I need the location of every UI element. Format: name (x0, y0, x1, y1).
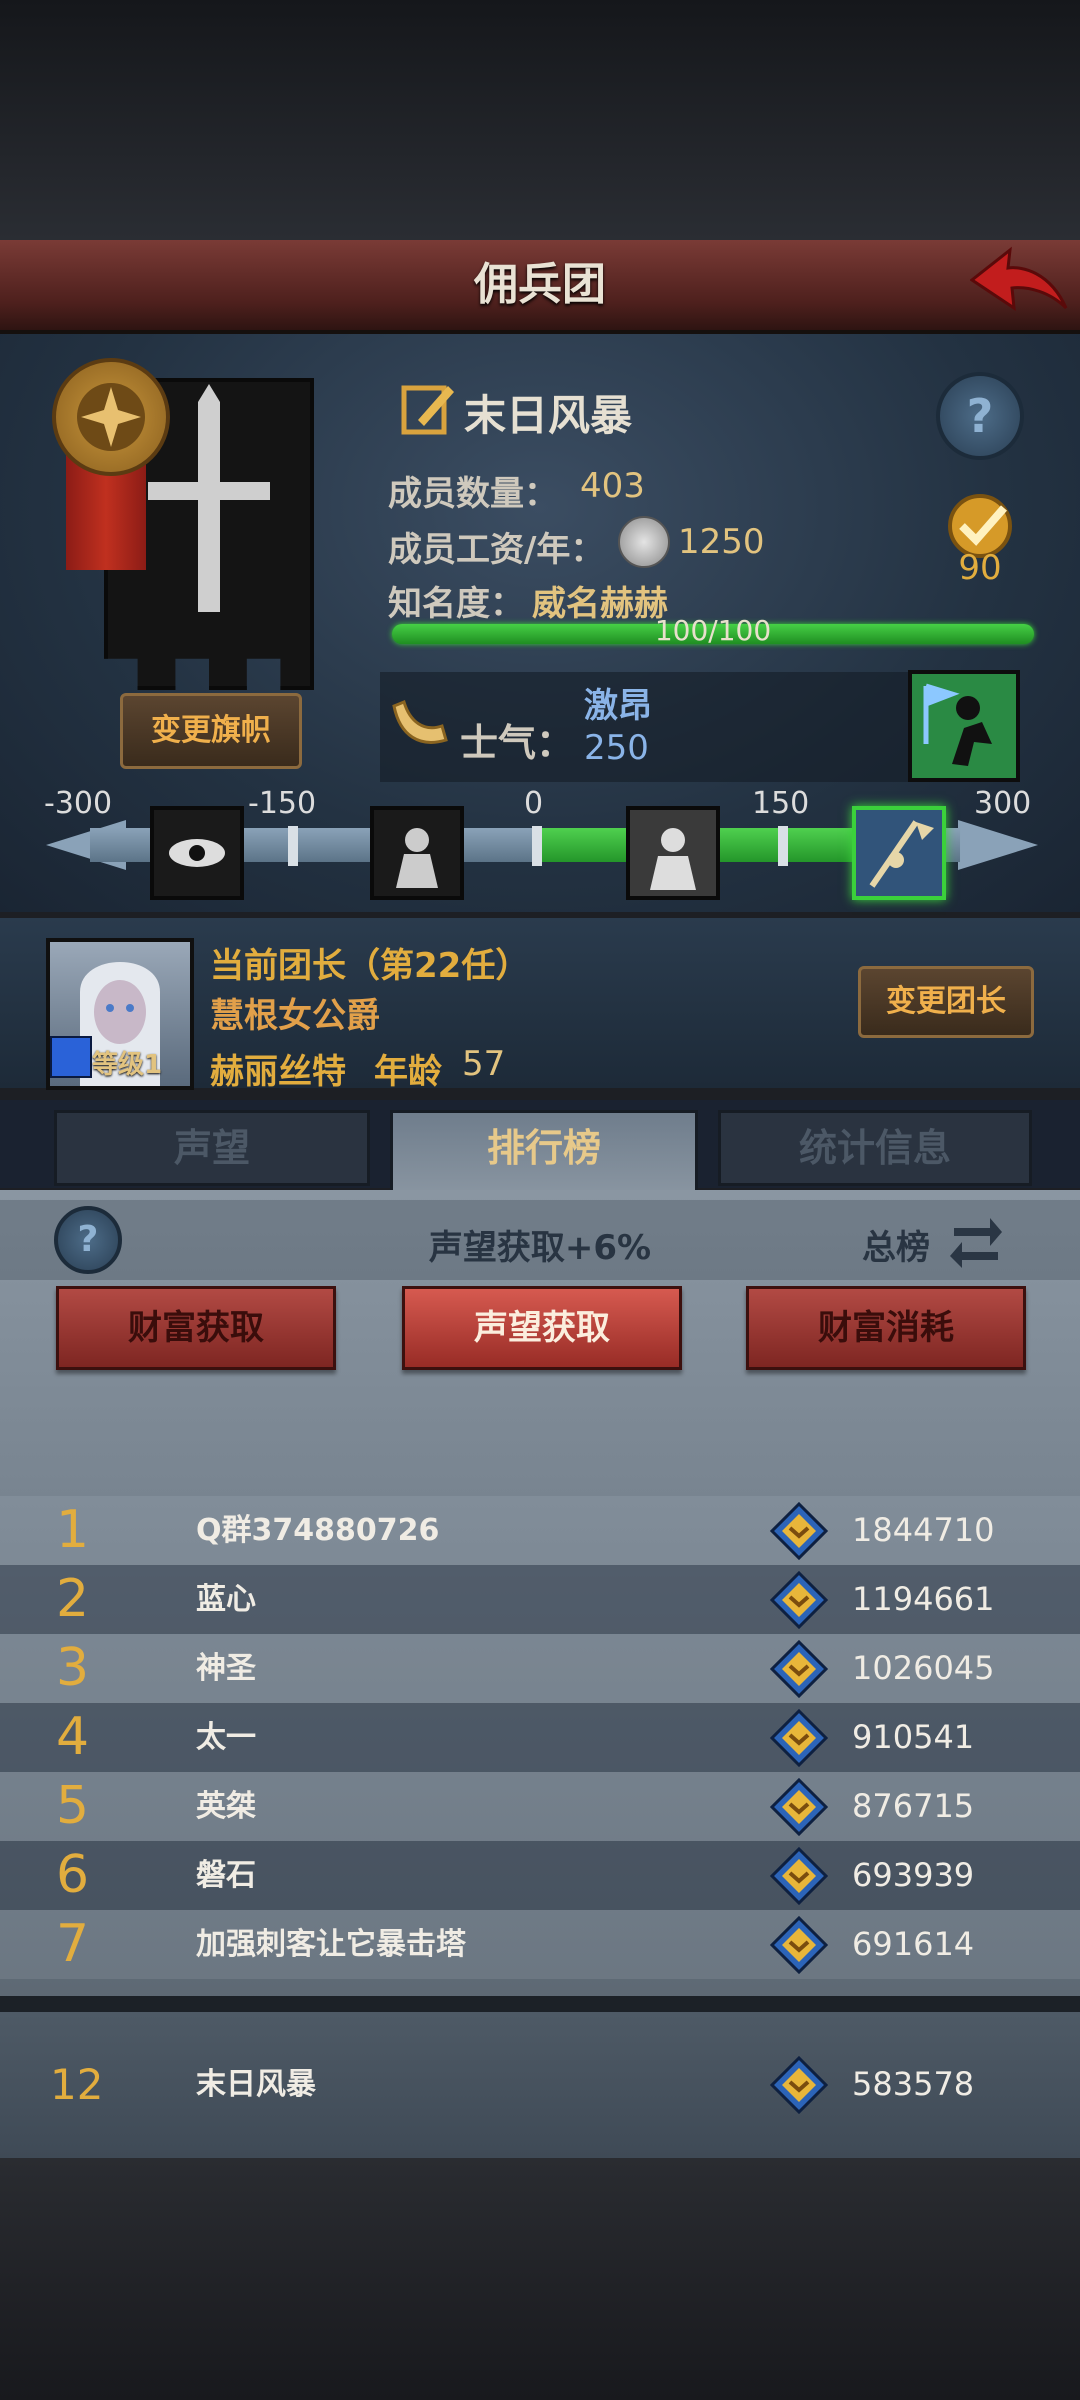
salary-value: 1250 (678, 522, 765, 562)
reputation-badge-icon (770, 2056, 828, 2114)
guild-emblem-icon (52, 358, 170, 476)
morale-tick (778, 826, 788, 866)
list-separator (0, 1996, 1080, 2012)
salary-label: 成员工资/年： (388, 530, 605, 570)
silver-coin-icon (618, 516, 670, 568)
reputation-badge-icon (770, 1778, 828, 1836)
members-label: 成员数量： (388, 474, 558, 514)
rank-number: 2 (56, 1569, 90, 1629)
guild-row-score: 910541 (852, 1718, 975, 1756)
leader-class-icon (50, 1036, 92, 1078)
fame-progress-text: 100/100 (654, 614, 772, 647)
leader-rank-title: 慧根女公爵 (210, 996, 380, 1036)
leaderboard-row[interactable]: 1 Q群374880726 1844710 (0, 1496, 1080, 1565)
guild-row-score: 691614 (852, 1925, 975, 1963)
leaderboard-row[interactable]: 7 加强刺客让它暴击塔 691614 (0, 1910, 1080, 1979)
morale-tick-label: -300 (44, 786, 113, 821)
filter-reputation-gain-button[interactable]: 声望获取 (402, 1286, 682, 1370)
guild-name: 末日风暴 (464, 391, 633, 440)
rank-number: 4 (56, 1707, 90, 1767)
leaderboard-row[interactable]: 3 神圣 1026045 (0, 1634, 1080, 1703)
guild-row-score: 1194661 (852, 1580, 995, 1618)
guild-row-score: 1026045 (852, 1649, 995, 1687)
guild-row-name: 太一 (196, 1720, 256, 1755)
leader-level: 等级1 (92, 1050, 163, 1080)
horn-icon (392, 699, 448, 744)
morale-tick (288, 826, 298, 866)
morale-node-charge-icon[interactable] (852, 806, 946, 900)
morale-tick-label: -150 (248, 786, 317, 821)
own-rank-number: 12 (50, 2060, 104, 2109)
bottom-background (0, 2158, 1080, 2400)
morale-tick-label: 150 (752, 786, 810, 821)
own-guild-row[interactable]: 12 末日风暴 583578 (0, 2012, 1080, 2158)
morale-scale-right-arrow (958, 820, 1038, 870)
guild-row-score: 876715 (852, 1787, 975, 1825)
leader-age-label: 年龄 (374, 1052, 442, 1092)
change-flag-button[interactable]: 变更旗帜 (120, 693, 302, 769)
tab-reputation[interactable]: 声望 (54, 1110, 370, 1186)
morale-node-calm-icon[interactable] (626, 806, 720, 900)
change-leader-button[interactable]: 变更团长 (858, 966, 1034, 1038)
edit-name-icon[interactable] (398, 378, 458, 438)
scope-label: 总榜 (862, 1228, 930, 1268)
reputation-badge-icon (770, 1571, 828, 1629)
leaderboard-row[interactable]: 6 磐石 693939 (0, 1841, 1080, 1910)
back-arrow-icon[interactable] (970, 246, 1070, 322)
reputation-badge-icon (770, 1916, 828, 1974)
members-value: 403 (580, 466, 645, 506)
reputation-badge-icon (770, 1502, 828, 1560)
leaderboard-row[interactable]: 5 英桀 876715 (0, 1772, 1080, 1841)
tab-statistics[interactable]: 统计信息 (718, 1110, 1032, 1186)
page-title: 佣兵团 (474, 259, 606, 310)
morale-tick (532, 826, 542, 866)
guild-row-name: 神圣 (196, 1651, 256, 1686)
rank-number: 3 (56, 1638, 90, 1698)
title-bar: 佣兵团 (0, 240, 1080, 334)
own-score: 583578 (852, 2065, 975, 2103)
guild-level-value: 90 (958, 548, 1002, 588)
morale-node-eye-icon[interactable] (150, 806, 244, 900)
filter-wealth-spend-button[interactable]: 财富消耗 (746, 1286, 1026, 1370)
rank-number: 6 (56, 1845, 90, 1905)
rank-number: 5 (56, 1776, 90, 1836)
morale-node-despair-icon[interactable] (370, 806, 464, 900)
rank-number: 1 (56, 1500, 90, 1560)
reputation-badge-icon (770, 1847, 828, 1905)
leaderboard-row[interactable]: 2 蓝心 1194661 (0, 1565, 1080, 1634)
guild-row-name: 磐石 (196, 1858, 256, 1893)
guild-row-name: 英桀 (196, 1789, 256, 1824)
rank-number: 7 (56, 1914, 90, 1974)
leaderboard-row[interactable]: 4 太一 910541 (0, 1703, 1080, 1772)
leader-age-value: 57 (462, 1044, 506, 1084)
morale-tick-label: 300 (974, 786, 1032, 821)
reputation-badge-icon (770, 1640, 828, 1698)
guild-row-name: 蓝心 (196, 1582, 256, 1617)
filter-wealth-gain-button[interactable]: 财富获取 (56, 1286, 336, 1370)
own-guild-name: 末日风暴 (196, 2067, 316, 2102)
morale-state: 激昂 (584, 686, 652, 726)
guild-row-score: 1844710 (852, 1511, 995, 1549)
morale-tick-label: 0 (524, 786, 544, 821)
leader-title-line: 当前团长（第22任） (210, 946, 530, 986)
tab-leaderboard[interactable]: 排行榜 (390, 1110, 698, 1200)
top-background (0, 0, 1080, 240)
morale-status-icon[interactable] (908, 670, 1020, 782)
guild-row-score: 693939 (852, 1856, 975, 1894)
guild-row-name: Q群374880726 (196, 1513, 440, 1548)
guild-row-name: 加强刺客让它暴击塔 (196, 1927, 466, 1962)
morale-label: 士气： (460, 721, 575, 765)
leader-name: 赫丽丝特 (210, 1052, 346, 1092)
help-button[interactable]: ? (936, 372, 1024, 460)
reputation-badge-icon (770, 1709, 828, 1767)
morale-value: 250 (584, 728, 649, 768)
switch-scope-icon[interactable] (948, 1210, 1004, 1270)
